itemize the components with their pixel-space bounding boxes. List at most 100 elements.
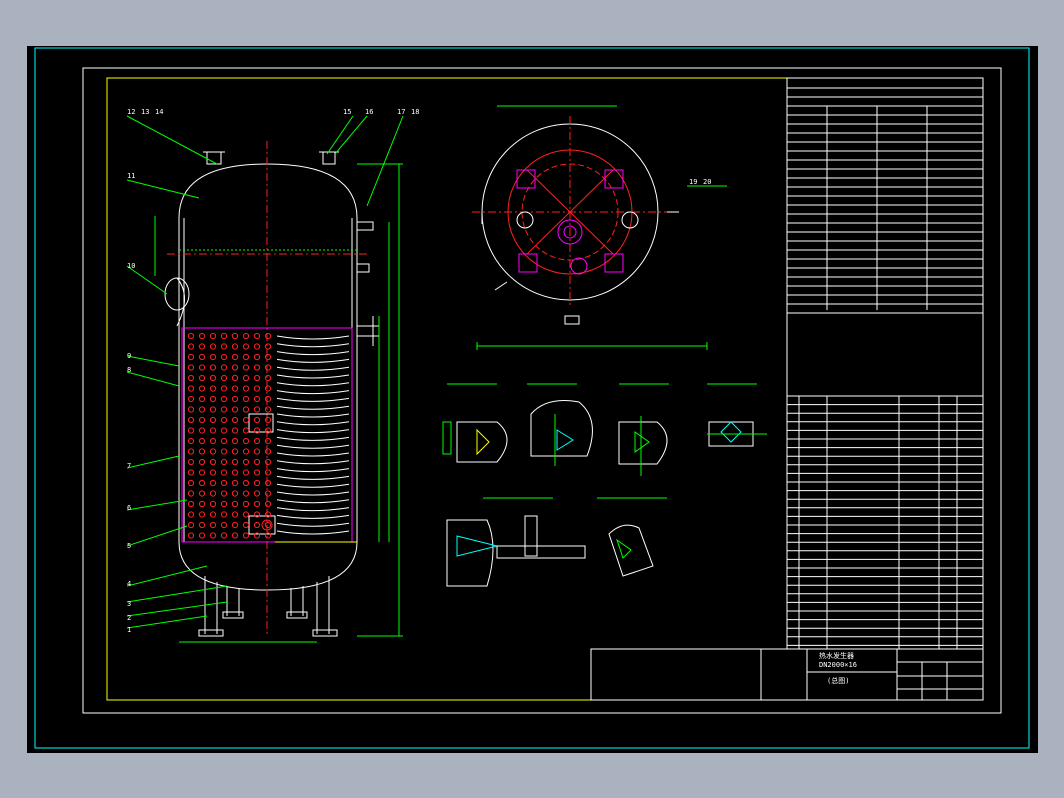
heat-tube	[231, 353, 239, 361]
heat-tube	[198, 469, 206, 476]
heat-tube	[264, 490, 272, 497]
coil-turn	[276, 491, 350, 496]
heat-tube	[198, 427, 206, 434]
heat-tube	[253, 490, 261, 497]
heat-tube	[231, 521, 239, 529]
heat-tube	[198, 364, 206, 371]
heat-tube	[231, 479, 239, 487]
coil-turn	[276, 335, 350, 340]
heat-tube	[264, 364, 272, 371]
heat-tube	[198, 448, 206, 455]
heat-tube	[187, 437, 195, 445]
heat-tube	[242, 395, 250, 403]
heat-tube	[253, 374, 261, 382]
coil-turn	[276, 475, 350, 480]
coil-turn	[276, 444, 350, 449]
heat-tube	[209, 374, 217, 382]
heat-tube	[187, 479, 195, 487]
part-number-16: 16	[365, 108, 373, 116]
heat-tube	[209, 521, 217, 529]
heat-tube	[242, 437, 250, 445]
coil-turn	[276, 405, 350, 410]
heat-tube	[264, 416, 272, 424]
heat-tube	[187, 374, 195, 382]
vessel-elevation-view	[154, 141, 403, 643]
heat-tube	[209, 448, 217, 455]
heat-tube	[231, 469, 239, 476]
heat-tube	[187, 353, 195, 361]
heat-tube	[231, 437, 239, 445]
heat-tube	[187, 448, 195, 455]
heat-tube	[253, 458, 261, 466]
part-number-9: 9	[127, 352, 131, 360]
heat-tube	[220, 521, 228, 529]
heat-tube	[242, 427, 250, 434]
part-number-15: 15	[343, 108, 351, 116]
heat-tube	[253, 469, 261, 476]
heat-tube	[187, 458, 195, 466]
heat-tube	[220, 343, 228, 350]
coil-turn	[276, 358, 350, 363]
part-number-20: 20	[703, 178, 711, 186]
coil-turn	[276, 522, 350, 527]
heat-tube	[253, 353, 261, 361]
heat-tube	[242, 416, 250, 424]
heat-tube	[264, 521, 272, 529]
heat-tube	[264, 500, 272, 508]
heat-tube	[242, 532, 250, 539]
coil-turn	[276, 468, 350, 473]
heat-tube	[253, 521, 261, 529]
heat-tube	[242, 511, 250, 518]
heat-tube	[209, 479, 217, 487]
weld-detail-views	[442, 383, 767, 587]
heat-tube	[264, 395, 272, 403]
view-name: (总图)	[827, 676, 849, 685]
heat-tube	[198, 521, 206, 529]
coil-turn	[276, 460, 350, 465]
part-leaders	[126, 115, 727, 629]
heat-tube	[242, 374, 250, 382]
heat-tube	[253, 448, 261, 455]
cad-drawing-sheet: 12 13 14 15 16 17 18 11 10 9 8 7 6 5 4 3…	[27, 46, 1038, 753]
heat-tube	[231, 511, 239, 518]
heat-tube	[198, 511, 206, 518]
part-number-5: 5	[127, 542, 131, 550]
heat-tube	[220, 416, 228, 424]
heat-tube	[198, 395, 206, 403]
heat-tube	[198, 416, 206, 424]
heat-tube	[187, 416, 195, 424]
heat-tube	[231, 406, 239, 413]
heat-tube	[231, 374, 239, 382]
heat-tube	[253, 395, 261, 403]
heat-tube	[209, 511, 217, 518]
heat-tube	[187, 406, 195, 413]
coil-turn	[276, 421, 350, 426]
heat-tube	[264, 374, 272, 382]
coil-turn	[276, 366, 350, 371]
heat-tube	[264, 353, 272, 361]
heat-tube	[231, 490, 239, 497]
heat-tube	[209, 406, 217, 413]
heat-tube	[187, 490, 195, 497]
part-number-11: 11	[127, 172, 135, 180]
coil-turn	[276, 429, 350, 434]
heat-tube	[198, 532, 206, 539]
heat-tube	[231, 532, 239, 539]
vessel-plan-view	[472, 105, 708, 350]
heat-tube	[198, 385, 206, 392]
heat-tube	[264, 469, 272, 476]
part-number-18: 18	[411, 108, 419, 116]
heat-tube	[220, 395, 228, 403]
heat-tube	[264, 343, 272, 350]
heat-tube	[220, 490, 228, 497]
part-number-14: 14	[155, 108, 163, 116]
heat-tube	[198, 374, 206, 382]
revision-table	[590, 648, 762, 701]
part-number-19: 19	[689, 178, 697, 186]
heat-tube	[220, 353, 228, 361]
heat-tube	[242, 458, 250, 466]
heat-tube	[253, 500, 261, 508]
heat-tube	[231, 427, 239, 434]
heat-tube	[220, 532, 228, 539]
part-number-7: 7	[127, 462, 131, 470]
